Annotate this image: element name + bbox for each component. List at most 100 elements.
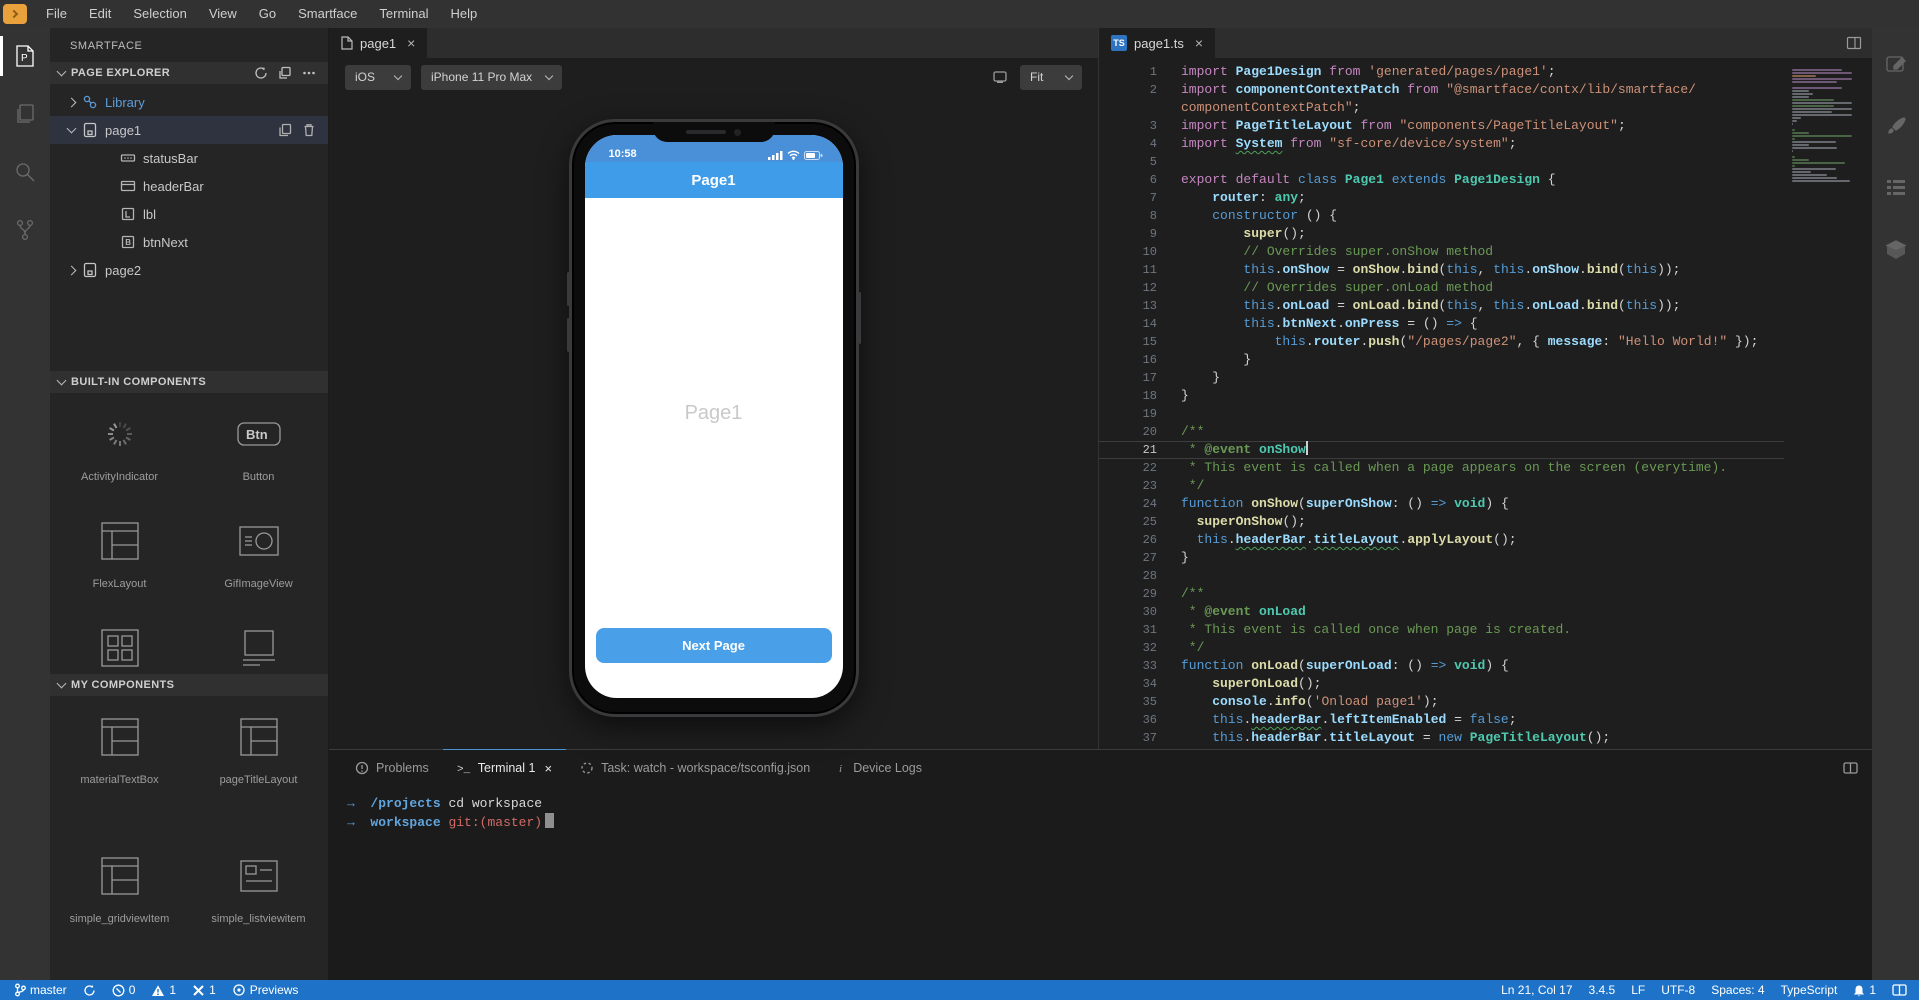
collapse-icon[interactable] [278,66,292,80]
component-FlexLayout[interactable]: FlexLayout [50,506,189,613]
code-line[interactable]: 32 */ [1099,639,1784,657]
status-3-4-5[interactable]: 3.4.5 [1589,983,1616,997]
status-1[interactable]: 1 [192,983,216,997]
code-line[interactable]: 7 router: any; [1099,189,1784,207]
code-line[interactable]: 2 import componentContextPatch from "@sma… [1099,81,1784,99]
status-0[interactable]: 0 [112,983,135,997]
code-line[interactable]: 18} [1099,387,1784,405]
code-line[interactable]: 9 super(); [1099,225,1784,243]
activity-pages[interactable]: P [0,36,50,76]
split-editor-icon[interactable] [1846,35,1862,51]
tree-item-lbl[interactable]: lbl [50,200,328,228]
code-area[interactable]: 1 import Page1Design from 'generated/page… [1099,63,1784,749]
panel-icon[interactable] [1843,762,1858,774]
code-line[interactable]: 23 */ [1099,477,1784,495]
right-activity-brush[interactable] [1871,108,1919,144]
code-line[interactable]: 10 // Overrides super.onShow method [1099,243,1784,261]
code-line[interactable]: 35 console.info('Onload page1'); [1099,693,1784,711]
panel-tab-problems[interactable]: Problems [341,749,443,786]
tree-item-btnNext[interactable]: BbtnNext [50,228,328,256]
code-line[interactable]: 22 * This event is called when a page ap… [1099,459,1784,477]
code-line[interactable]: 29 /** [1099,585,1784,603]
code-line[interactable]: 19 [1099,405,1784,423]
status-1[interactable]: 1 [151,983,176,997]
menu-help[interactable]: Help [440,0,489,28]
component-image[interactable] [189,613,328,674]
component-Button[interactable]: Btn Button [189,399,328,506]
section-my-components[interactable]: MY COMPONENTS [50,674,328,696]
tab-page1-ts[interactable]: TS page1.ts × [1099,28,1216,58]
component-simple_gridviewItem[interactable]: simple_gridviewItem [50,841,189,946]
component-ActivityIndicator[interactable]: ActivityIndicator [50,399,189,506]
section-page-explorer[interactable]: PAGE EXPLORER [50,62,328,84]
code-line[interactable]: 26 this.headerBar.titleLayout.applyLayou… [1099,531,1784,549]
status-sync[interactable] [83,984,96,997]
code-line[interactable]: 6 export default class Page1 extends Page… [1099,171,1784,189]
tree-item-Library[interactable]: Library [50,88,328,116]
editor-body[interactable]: 1 import Page1Design from 'generated/page… [1099,58,1872,749]
component-grid[interactable] [50,613,189,674]
component-materialTextBox[interactable]: materialTextBox [50,702,189,807]
terminal-output[interactable]: → /projects cd workspace → workspace git:… [329,786,1872,980]
menu-view[interactable]: View [198,0,248,28]
smartface-logo-icon[interactable] [3,4,27,24]
status-previews[interactable]: Previews [232,983,298,997]
activity-search[interactable] [0,154,50,190]
code-line[interactable]: 13 this.onLoad = onLoad.bind(this, this.… [1099,297,1784,315]
status-typescript[interactable]: TypeScript [1781,983,1838,997]
menu-terminal[interactable]: Terminal [368,0,439,28]
device-select[interactable]: iPhone 11 Pro Max [421,64,563,90]
code-line[interactable]: 12 // Overrides super.onLoad method [1099,279,1784,297]
code-line[interactable]: 16 } [1099,351,1784,369]
code-line[interactable]: 14 this.btnNext.onPress = () => { [1099,315,1784,333]
code-line[interactable]: 4 import System from "sf-core/device/syst… [1099,135,1784,153]
right-activity-cube[interactable] [1871,232,1919,268]
next-page-button[interactable]: Next Page [595,628,832,663]
section-built-in-components[interactable]: BUILT-IN COMPONENTS [50,371,328,393]
code-line[interactable]: 20 /** [1099,423,1784,441]
menu-file[interactable]: File [35,0,78,28]
code-line[interactable]: 5 [1099,153,1784,171]
menu-go[interactable]: Go [248,0,287,28]
tree-item-page1[interactable]: page1 [50,116,328,144]
menu-edit[interactable]: Edit [78,0,122,28]
tree-item-headerBar[interactable]: headerBar [50,172,328,200]
code-line[interactable]: componentContextPatch"; [1099,99,1784,117]
code-line[interactable]: 37 this.headerBar.titleLayout = new Page… [1099,729,1784,747]
close-icon[interactable]: × [407,35,415,51]
right-activity-edit[interactable] [1871,46,1919,82]
code-line[interactable]: 31 * This event is called once when page… [1099,621,1784,639]
status-lf[interactable]: LF [1631,983,1645,997]
component-GifImageView[interactable]: GifImageView [189,506,328,613]
code-line[interactable]: 27} [1099,549,1784,567]
status-ln-21-col-17[interactable]: Ln 21, Col 17 [1501,983,1572,997]
code-line[interactable]: 36 this.headerBar.leftItemEnabled = fals… [1099,711,1784,729]
trash-icon[interactable] [302,123,316,137]
status-spaces-4[interactable]: Spaces: 4 [1711,983,1764,997]
refresh-icon[interactable] [254,66,268,80]
status-1[interactable]: 1 [1853,983,1876,997]
tree-item-statusBar[interactable]: statusBar [50,144,328,172]
panel-tab-device-logs[interactable]: i Device Logs [824,749,936,786]
code-line[interactable]: 3 import PageTitleLayout from "components… [1099,117,1784,135]
code-line[interactable]: 1 import Page1Design from 'generated/page… [1099,63,1784,81]
tab-page1[interactable]: page1 × [329,28,428,58]
code-line[interactable]: 8 constructor () { [1099,207,1784,225]
zoom-select[interactable]: Fit [1020,64,1082,90]
code-line[interactable]: 25 superOnShow(); [1099,513,1784,531]
close-icon[interactable]: × [544,761,552,776]
code-line[interactable]: 15 this.router.push("/pages/page2", { me… [1099,333,1784,351]
status-master[interactable]: master [14,983,67,997]
duplicate-icon[interactable] [278,123,292,137]
code-line[interactable]: 33 function onLoad(superOnLoad: () => voi… [1099,657,1784,675]
code-line[interactable]: 30 * @event onLoad [1099,603,1784,621]
panel-tab-terminal-1[interactable]: >_ Terminal 1 × [442,749,567,786]
code-line[interactable]: 21 * @event onShow [1099,441,1784,459]
more-icon[interactable] [302,66,316,80]
status-panel[interactable] [1892,984,1907,996]
rotate-device-icon[interactable] [992,69,1010,85]
right-activity-list[interactable] [1871,170,1919,206]
component-pageTitleLayout[interactable]: pageTitleLayout [189,702,328,807]
os-select[interactable]: iOS [345,64,411,90]
status-utf-8[interactable]: UTF-8 [1661,983,1695,997]
